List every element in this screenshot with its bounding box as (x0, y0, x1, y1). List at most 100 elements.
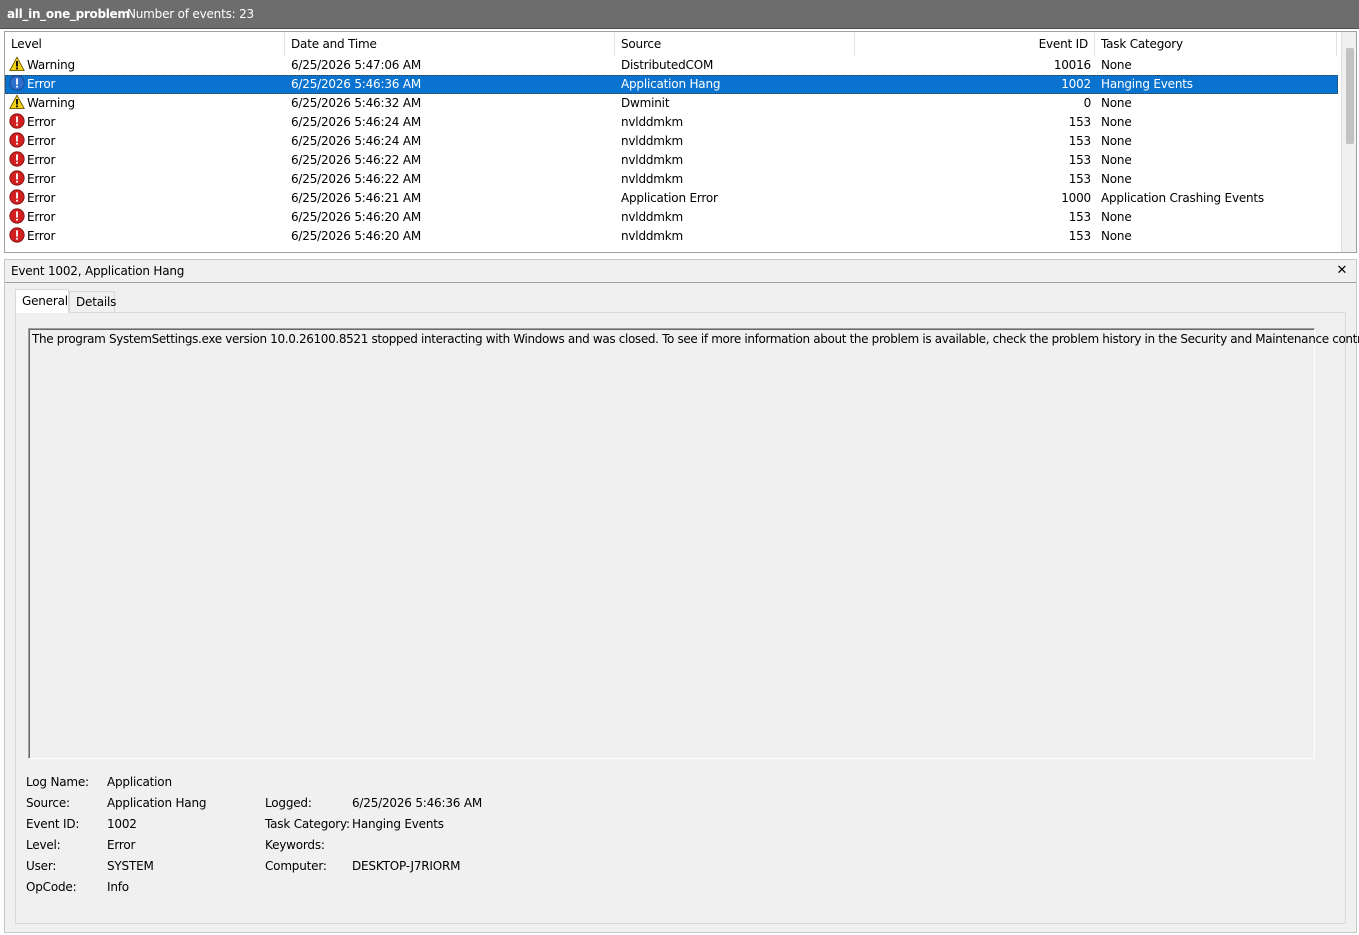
cell-source: nvlddmkm (621, 115, 684, 129)
warning-icon (9, 56, 25, 72)
opcode-value: Info (107, 880, 129, 894)
cell-date-time: 6/25/2026 5:46:20 AM (291, 210, 421, 224)
computer-value: DESKTOP-J7RIORM (352, 859, 461, 873)
tab-details[interactable]: Details (69, 291, 116, 312)
table-row[interactable]: Error 6/25/2026 5:46:24 AM nvlddmkm 153 None (5, 132, 1338, 151)
log-name-value: Application (107, 775, 172, 789)
table-row[interactable]: Error 6/25/2026 5:46:22 AM nvlddmkm 153 None (5, 151, 1338, 170)
cell-task-category: None (1101, 115, 1132, 129)
cell-source: Dwminit (621, 96, 670, 110)
cell-date-time: 6/25/2026 5:47:06 AM (291, 58, 421, 72)
error-icon (9, 113, 25, 129)
detail-titlebar: Event 1002, Application Hang ✕ (5, 260, 1356, 283)
level-text: Warning (27, 96, 75, 110)
event-list-scrollbar[interactable] (1341, 32, 1356, 252)
cell-date-time: 6/25/2026 5:46:36 AM (291, 77, 421, 91)
error-icon (9, 151, 25, 167)
event-detail-panel: Event 1002, Application Hang ✕ General D… (4, 259, 1359, 933)
table-row[interactable]: Error 6/25/2026 5:46:22 AM nvlddmkm 153 None (5, 170, 1338, 189)
source-value: Application Hang (107, 796, 207, 810)
task-category-value: Hanging Events (352, 817, 444, 831)
log-name-label: Log Name: (26, 775, 89, 789)
column-header-source[interactable]: Source (615, 32, 855, 56)
column-header-date-time[interactable]: Date and Time (285, 32, 615, 56)
cell-event-id: 1000 (1061, 191, 1091, 205)
table-row[interactable]: Error 6/25/2026 5:46:21 AM Application Err… (5, 189, 1338, 208)
cell-level: Error (9, 75, 285, 94)
cell-source: nvlddmkm (621, 210, 684, 224)
cell-date-time: 6/25/2026 5:46:22 AM (291, 153, 421, 167)
cell-source: Application Hang (621, 77, 721, 91)
cell-source: nvlddmkm (621, 229, 684, 243)
cell-level: Error (9, 170, 285, 189)
cell-task-category: Hanging Events (1101, 77, 1193, 91)
log-header-bar: all_in_one_problem Number of events: 23 (0, 0, 1359, 29)
cell-task-category: None (1101, 134, 1132, 148)
keywords-label: Keywords: (265, 838, 325, 852)
error-icon (9, 170, 25, 186)
error-icon (9, 132, 25, 148)
task-category-label: Task Category: (265, 817, 350, 831)
general-tab-body: The program SystemSettings.exe version 1… (15, 312, 1359, 924)
cell-date-time: 6/25/2026 5:46:20 AM (291, 229, 421, 243)
cell-event-id: 0 (1083, 96, 1091, 110)
cell-event-id: 153 (1068, 153, 1091, 167)
cell-task-category: None (1101, 210, 1132, 224)
user-value: SYSTEM (107, 859, 154, 873)
cell-level: Error (9, 189, 285, 208)
cell-source: DistributedCOM (621, 58, 714, 72)
opcode-label: OpCode: (26, 880, 77, 894)
cell-source: Application Error (621, 191, 718, 205)
level-text: Warning (27, 58, 75, 72)
column-header-event-id[interactable]: Event ID (855, 32, 1095, 56)
table-row[interactable]: Error 6/25/2026 5:46:20 AM nvlddmkm 153 None (5, 227, 1338, 246)
level-text: Error (27, 115, 56, 129)
cell-event-id: 153 (1068, 172, 1091, 186)
cell-date-time: 6/25/2026 5:46:22 AM (291, 172, 421, 186)
column-header-task-category[interactable]: Task Category (1095, 32, 1337, 56)
cell-event-id: 153 (1068, 115, 1091, 129)
cell-task-category: Application Crashing Events (1101, 191, 1264, 205)
cell-level: Error (9, 208, 285, 227)
computer-label: Computer: (265, 859, 327, 873)
cell-level: Warning (9, 56, 285, 75)
cell-level: Error (9, 227, 285, 246)
user-label: User: (26, 859, 57, 873)
cell-source: nvlddmkm (621, 153, 684, 167)
source-label: Source: (26, 796, 70, 810)
cell-source: nvlddmkm (621, 134, 684, 148)
cell-task-category: None (1101, 58, 1132, 72)
error-icon (9, 208, 25, 224)
table-row[interactable]: Error 6/25/2026 5:46:36 AM Application Han… (5, 75, 1338, 94)
error-icon (9, 227, 25, 243)
cell-event-id: 1002 (1061, 77, 1091, 91)
cell-task-category: None (1101, 153, 1132, 167)
level-text: Error (27, 77, 56, 91)
cell-event-id: 153 (1068, 210, 1091, 224)
level-text: Error (27, 210, 56, 224)
event-id-label: Event ID: (26, 817, 80, 831)
table-row[interactable]: Error 6/25/2026 5:46:20 AM nvlddmkm 153 None (5, 208, 1338, 227)
scrollbar-thumb[interactable] (1346, 48, 1354, 144)
event-list[interactable]: Level Date and Time Source Event ID Task… (4, 31, 1357, 253)
cell-level: Warning (9, 94, 285, 113)
logged-label: Logged: (265, 796, 312, 810)
logged-value: 6/25/2026 5:46:36 AM (352, 796, 482, 810)
level-text: Error (27, 153, 56, 167)
log-title: all_in_one_problem (7, 7, 130, 21)
level-text: Error (27, 191, 56, 205)
close-icon[interactable]: ✕ (1334, 263, 1350, 279)
table-row[interactable]: Warning 6/25/2026 5:46:32 AM Dwminit 0 None (5, 94, 1338, 113)
cell-task-category: None (1101, 229, 1132, 243)
event-properties: Log Name: Application Source: Applicatio… (16, 313, 1345, 923)
warning-icon (9, 94, 25, 110)
detail-title: Event 1002, Application Hang (11, 264, 185, 278)
table-row[interactable]: Error 6/25/2026 5:46:24 AM nvlddmkm 153 None (5, 113, 1338, 132)
table-row[interactable]: Warning 6/25/2026 5:47:06 AM DistributedCO… (5, 56, 1338, 75)
tab-general[interactable]: General (15, 289, 69, 313)
cell-level: Error (9, 132, 285, 151)
column-header-level[interactable]: Level (5, 32, 285, 56)
level-label: Level: (26, 838, 61, 852)
cell-level: Error (9, 151, 285, 170)
level-text: Error (27, 172, 56, 186)
